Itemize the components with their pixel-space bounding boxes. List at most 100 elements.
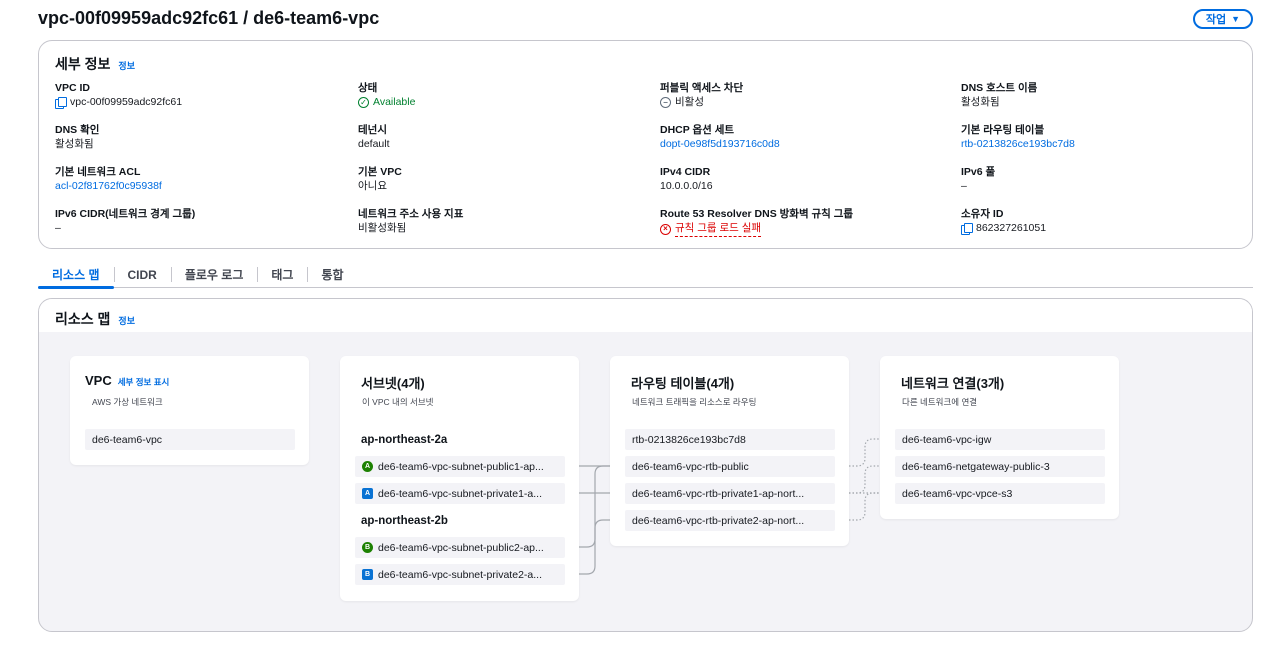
- route-tables-column-subtitle: 네트워크 트래픽을 리소스로 라우팅: [632, 397, 757, 407]
- vpc-resource[interactable]: de6-team6-vpc: [85, 429, 295, 450]
- az-label-2a: ap-northeast-2a: [361, 434, 448, 446]
- caret-down-icon: ▼: [1231, 14, 1241, 24]
- field-public-access: 퍼블릭 액세스 차단 − 비활성: [660, 81, 940, 110]
- dns-resolution-value: 활성화됨: [55, 138, 94, 150]
- field-state: 상태 ✓ Available: [358, 81, 638, 110]
- default-vpc-label: 기본 VPC: [358, 166, 402, 178]
- tab-resource-map[interactable]: 리소스 맵: [38, 262, 114, 289]
- subnet-public2[interactable]: B de6-team6-vpc-subnet-public2-ap...: [355, 537, 565, 558]
- ipv6-pool-label: IPv6 풀: [961, 166, 996, 178]
- network-connections-column-title: 네트워크 연결(3개): [901, 376, 1005, 391]
- tab-tags[interactable]: 태그: [257, 262, 307, 288]
- field-dhcp: DHCP 옵션 세트 dopt-0e98f5d193716c0d8: [660, 123, 940, 152]
- subnet-name: de6-team6-vpc-subnet-private2-a...: [378, 568, 542, 581]
- nau-value: 비활성화됨: [358, 222, 407, 234]
- tab-flow-logs[interactable]: 플로우 로그: [170, 262, 258, 288]
- field-ipv6-pool: IPv6 풀 –: [961, 165, 1241, 194]
- subnets-column-title: 서브넷(4개): [361, 376, 425, 391]
- field-default-vpc: 기본 VPC 아니요: [358, 165, 638, 194]
- field-tenancy: 테넌시 default: [358, 123, 638, 152]
- route-table-private1[interactable]: de6-team6-vpc-rtb-private1-ap-nort...: [625, 483, 835, 504]
- main-acl-link[interactable]: acl-02f81762f0c95938f: [55, 179, 335, 194]
- vpc-details-link[interactable]: 세부 정보 표시: [118, 376, 170, 388]
- ipv4-cidr-value: 10.0.0.0/16: [660, 180, 713, 192]
- resource-map-info-link[interactable]: 정보: [118, 314, 135, 327]
- resource-map-title-row: 리소스 맵 정보: [55, 309, 135, 329]
- vpc-column-subtitle: AWS 가상 네트워크: [92, 397, 163, 407]
- private-subnet-badge-icon: A: [362, 488, 373, 499]
- route53-label: Route 53 Resolver DNS 방화벽 규칙 그룹: [660, 208, 854, 220]
- default-vpc-value: 아니요: [358, 180, 387, 192]
- public-subnet-badge-icon: A: [362, 461, 373, 472]
- field-dns-resolution: DNS 확인 활성화됨: [55, 123, 335, 152]
- tenancy-value: default: [358, 138, 390, 150]
- public-subnet-badge-icon: B: [362, 542, 373, 553]
- actions-label: 작업: [1205, 14, 1227, 26]
- network-connections-column: 네트워크 연결(3개) 다른 네트워크에 연결 de6-team6-vpc-ig…: [880, 356, 1119, 519]
- dhcp-label: DHCP 옵션 세트: [660, 124, 735, 136]
- subnet-name: de6-team6-vpc-subnet-public1-ap...: [378, 460, 544, 473]
- details-panel: 세부 정보 정보 VPC ID vpc-00f09959adc92fc61 DN…: [38, 40, 1253, 249]
- nau-label: 네트워크 주소 사용 지표: [358, 208, 464, 220]
- actions-button[interactable]: 작업 ▼: [1193, 9, 1253, 29]
- copy-icon[interactable]: [55, 97, 67, 109]
- field-main-rtb: 기본 라우팅 테이블 rtb-0213826ce193bc7d8: [961, 123, 1241, 152]
- resource-map-header: 리소스 맵 정보: [39, 299, 1252, 332]
- vpc-id-label: VPC ID: [55, 82, 91, 94]
- tab-cidr[interactable]: CIDR: [113, 262, 171, 288]
- tab-integrations[interactable]: 통합: [307, 262, 357, 288]
- resource-map-title: 리소스 맵: [55, 311, 111, 327]
- minus-circle-icon: −: [660, 97, 671, 108]
- details-info-link[interactable]: 정보: [118, 59, 135, 72]
- copy-icon[interactable]: [961, 223, 973, 235]
- field-owner: 소유자 ID 862327261051: [961, 207, 1241, 236]
- route53-error-value[interactable]: 규칙 그룹 로드 실패: [675, 221, 762, 237]
- subnet-name: de6-team6-vpc-subnet-public2-ap...: [378, 541, 544, 554]
- public-access-value: 비활성: [675, 96, 704, 108]
- tab-bar: 리소스 맵 CIDR 플로우 로그 태그 통합: [38, 262, 1253, 289]
- page-title: vpc-00f09959adc92fc61 / de6-team6-vpc: [38, 8, 380, 28]
- field-ipv4-cidr: IPv4 CIDR 10.0.0.0/16: [660, 165, 940, 194]
- ipv4-cidr-label: IPv4 CIDR: [660, 166, 711, 178]
- dhcp-link[interactable]: dopt-0e98f5d193716c0d8: [660, 137, 940, 152]
- connection-igw[interactable]: de6-team6-vpc-igw: [895, 429, 1105, 450]
- network-connections-column-subtitle: 다른 네트워크에 연결: [902, 397, 978, 407]
- dns-resolution-label: DNS 확인: [55, 124, 100, 136]
- subnet-public1[interactable]: A de6-team6-vpc-subnet-public1-ap...: [355, 456, 565, 477]
- public-access-label: 퍼블릭 액세스 차단: [660, 82, 744, 94]
- route-tables-column: 라우팅 테이블(4개) 네트워크 트래픽을 리소스로 라우팅 rtb-02138…: [610, 356, 849, 546]
- ipv6-pool-value: –: [961, 180, 967, 192]
- owner-label: 소유자 ID: [961, 208, 1004, 220]
- state-label: 상태: [358, 82, 378, 94]
- owner-value: 862327261051: [976, 222, 1047, 234]
- subnet-private1[interactable]: A de6-team6-vpc-subnet-private1-a...: [355, 483, 565, 504]
- subnet-private2[interactable]: B de6-team6-vpc-subnet-private2-a...: [355, 564, 565, 585]
- field-dns-hostnames: DNS 호스트 이름 활성화됨: [961, 81, 1241, 110]
- field-vpc-id: VPC ID vpc-00f09959adc92fc61: [55, 81, 335, 110]
- dns-hostnames-label: DNS 호스트 이름: [961, 82, 1038, 94]
- route-table-main[interactable]: rtb-0213826ce193bc7d8: [625, 429, 835, 450]
- error-circle-icon: ×: [660, 223, 671, 235]
- subnets-column-subtitle: 이 VPC 내의 서브넷: [362, 397, 434, 407]
- ipv6-cidr-value: –: [55, 222, 61, 234]
- vpc-column-title: VPC: [85, 373, 112, 388]
- resource-map-panel: 리소스 맵 정보 VPC 세부 정보 표시 AWS 가상 네트워크 de6-te…: [38, 298, 1253, 632]
- connection-nat-gateway[interactable]: de6-team6-netgateway-public-3: [895, 456, 1105, 477]
- check-circle-icon: ✓: [358, 97, 369, 108]
- vpc-column: VPC 세부 정보 표시 AWS 가상 네트워크 de6-team6-vpc: [70, 356, 309, 465]
- dns-hostnames-value: 활성화됨: [961, 96, 1000, 108]
- field-route53: Route 53 Resolver DNS 방화벽 규칙 그룹 × 규칙 그룹 로…: [660, 207, 940, 237]
- details-title-row: 세부 정보 정보: [55, 54, 135, 74]
- details-title: 세부 정보: [55, 56, 111, 72]
- private-subnet-badge-icon: B: [362, 569, 373, 580]
- state-value: Available: [373, 96, 416, 108]
- route-table-private2[interactable]: de6-team6-vpc-rtb-private2-ap-nort...: [625, 510, 835, 531]
- tenancy-label: 테넌시: [358, 124, 387, 136]
- main-acl-label: 기본 네트워크 ACL: [55, 166, 141, 178]
- main-rtb-label: 기본 라우팅 테이블: [961, 124, 1045, 136]
- connection-vpc-endpoint[interactable]: de6-team6-vpc-vpce-s3: [895, 483, 1105, 504]
- main-rtb-link[interactable]: rtb-0213826ce193bc7d8: [961, 137, 1241, 152]
- route-table-public[interactable]: de6-team6-vpc-rtb-public: [625, 456, 835, 477]
- vpc-column-title-row: VPC 세부 정보 표시: [85, 373, 169, 388]
- ipv6-cidr-label: IPv6 CIDR(네트워크 경계 그룹): [55, 208, 196, 220]
